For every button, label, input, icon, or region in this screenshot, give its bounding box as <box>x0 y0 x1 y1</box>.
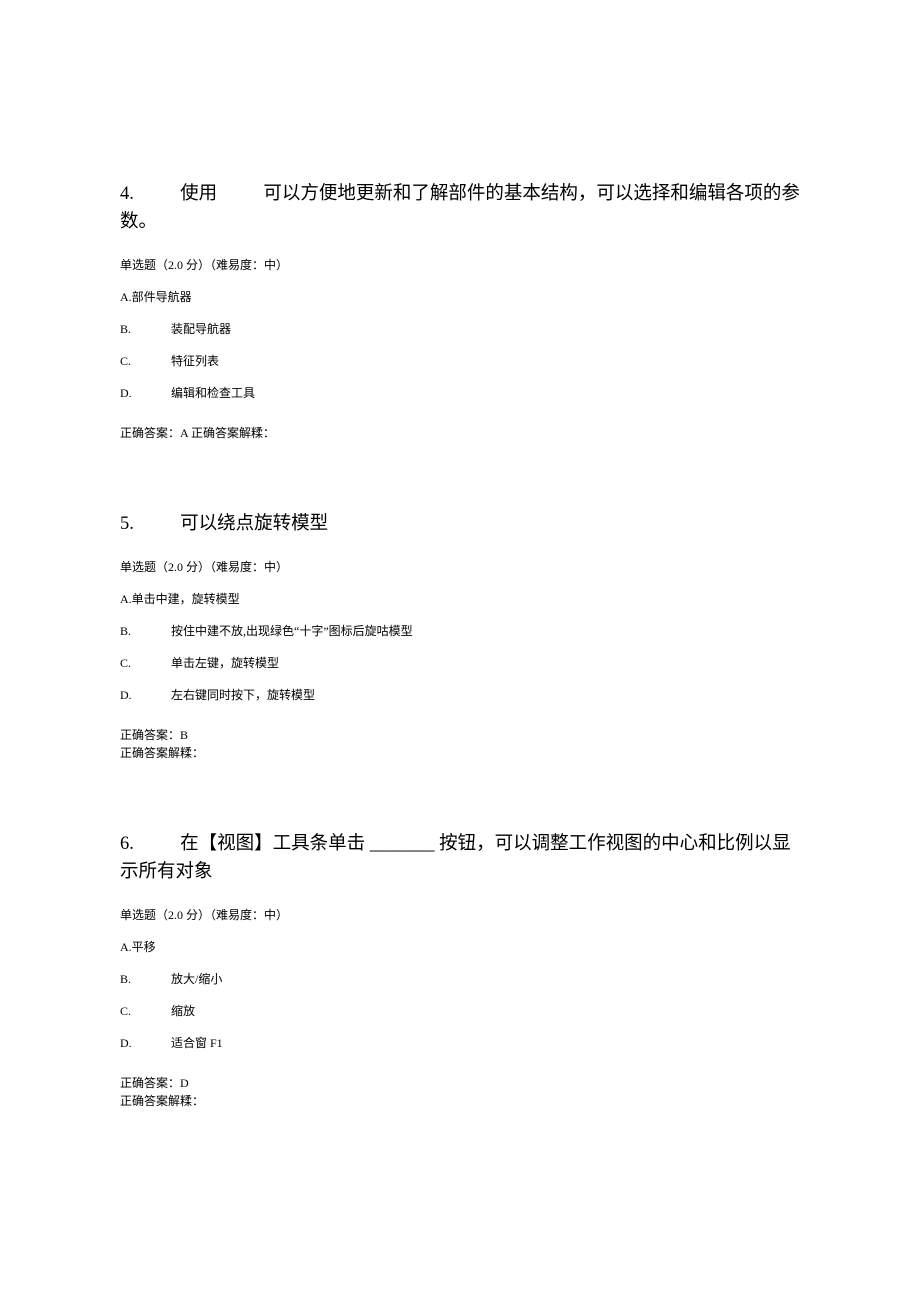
question-meta: 单选题（2.0 分）（难易度：中） <box>120 558 800 576</box>
option-b: B. 按住中建不放,出现绿色“十字”图标后旋咕模型 <box>120 622 800 640</box>
question-text-pre: 在【视图】工具条单击 <box>180 834 370 854</box>
option-text: 装配导航器 <box>171 322 231 336</box>
question-title: 6. 在【视图】工具条单击 _______ 按钮，可以调整工作视图的中心和比例以… <box>120 830 800 886</box>
question-text-pre: 使用 <box>180 184 217 204</box>
option-letter: D. <box>120 686 168 704</box>
question-text: 可以绕点旋转模型 <box>180 514 328 534</box>
option-d: D. 左右键同时按下，旋转模型 <box>120 686 800 704</box>
answer-text: 正确答案：D <box>120 1074 800 1092</box>
spacer <box>139 514 176 534</box>
answer-explanation: 正确答案解糅： <box>120 1092 800 1110</box>
question-block-6: 6. 在【视图】工具条单击 _______ 按钮，可以调整工作视图的中心和比例以… <box>120 830 800 1110</box>
answer-block: 正确答案：A 正确答案解糅： <box>120 424 800 442</box>
question-block-4: 4. 使用 可以方便地更新和了解部件的基本结构，可以选择和编辑各项的参数。 单选… <box>120 180 800 442</box>
option-letter: B. <box>120 970 168 988</box>
answer-text: 正确答案：A 正确答案解糅： <box>120 424 800 442</box>
option-text: 缩放 <box>171 1004 195 1018</box>
question-meta: 单选题（2.0 分）（难易度：中） <box>120 906 800 924</box>
option-d: D. 编辑和检查工具 <box>120 384 800 402</box>
option-b: B. 装配导航器 <box>120 320 800 338</box>
question-title: 4. 使用 可以方便地更新和了解部件的基本结构，可以选择和编辑各项的参数。 <box>120 180 800 236</box>
option-c: C. 缩放 <box>120 1002 800 1020</box>
option-a: Α.单击中建，旋转模型 <box>120 590 800 608</box>
option-text: 放大/缩小 <box>171 972 222 986</box>
option-letter: C. <box>120 654 168 672</box>
page-content: 4. 使用 可以方便地更新和了解部件的基本结构，可以选择和编辑各项的参数。 单选… <box>0 0 920 1301</box>
question-title: 5. 可以绕点旋转模型 <box>120 510 800 538</box>
option-letter: D. <box>120 1034 168 1052</box>
option-text: 适合窗 F1 <box>171 1036 223 1050</box>
spacer <box>139 184 176 204</box>
answer-text: 正确答案：B <box>120 726 800 744</box>
option-d: D. 适合窗 F1 <box>120 1034 800 1052</box>
answer-block: 正确答案：D 正确答案解糅： <box>120 1074 800 1110</box>
option-a: Α.平移 <box>120 938 800 956</box>
question-blank <box>222 184 259 204</box>
option-text: 左右键同时按下，旋转模型 <box>171 688 315 702</box>
answer-explanation: 正确答案解糅： <box>120 744 800 762</box>
option-letter: D. <box>120 384 168 402</box>
option-b: B. 放大/缩小 <box>120 970 800 988</box>
answer-block: 正确答案：B 正确答案解糅： <box>120 726 800 762</box>
question-block-5: 5. 可以绕点旋转模型 单选题（2.0 分）（难易度：中） Α.单击中建，旋转模… <box>120 510 800 762</box>
option-text: 特征列表 <box>171 354 219 368</box>
option-letter: C. <box>120 352 168 370</box>
option-text: 单击左键，旋转模型 <box>171 656 279 670</box>
option-c: C. 单击左键，旋转模型 <box>120 654 800 672</box>
option-letter: B. <box>120 622 168 640</box>
spacer <box>139 834 176 854</box>
option-letter: C. <box>120 1002 168 1020</box>
option-c: C. 特征列表 <box>120 352 800 370</box>
question-number: 5. <box>120 514 134 534</box>
question-meta: 单选题（2.0 分）（难易度：中） <box>120 256 800 274</box>
option-letter: B. <box>120 320 168 338</box>
option-text: 编辑和检查工具 <box>171 386 255 400</box>
question-number: 4. <box>120 184 134 204</box>
question-blank: _______ <box>370 834 435 854</box>
option-a: Α.部件导航器 <box>120 288 800 306</box>
question-number: 6. <box>120 834 134 854</box>
option-text: 按住中建不放,出现绿色“十字”图标后旋咕模型 <box>171 624 413 638</box>
